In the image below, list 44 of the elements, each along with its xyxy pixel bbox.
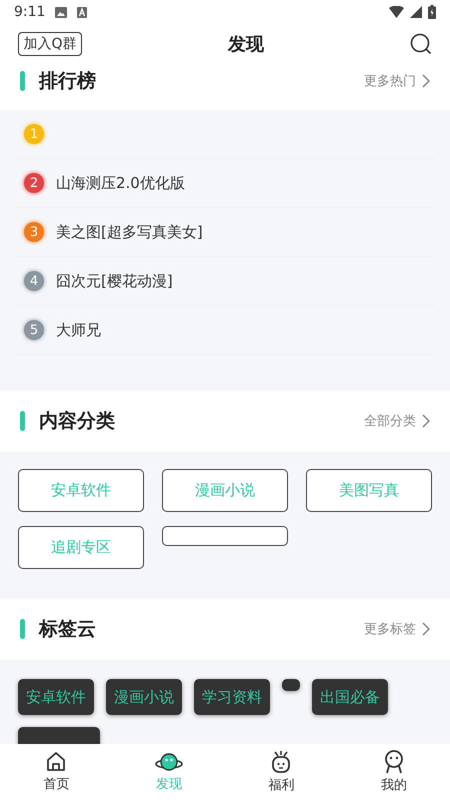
- tag-chip[interactable]: 安卓软件: [18, 679, 94, 715]
- rank-badge: 4: [24, 271, 44, 291]
- ranking-item[interactable]: 4 囧次元[樱花动漫]: [16, 257, 434, 306]
- more-link[interactable]: 更多标签: [364, 620, 430, 638]
- more-link[interactable]: 更多热门: [364, 72, 430, 90]
- planet-icon: [154, 751, 183, 773]
- tag-chip[interactable]: 漫画小说: [106, 679, 182, 715]
- tag-chip[interactable]: 学习资料: [194, 679, 270, 715]
- signal-icon: [410, 6, 422, 18]
- section-accent-bar: [20, 619, 25, 639]
- section-title: 排行榜: [39, 69, 96, 94]
- chevron-right-icon: [422, 622, 430, 636]
- search-icon[interactable]: [410, 33, 432, 55]
- chevron-right-icon: [422, 414, 430, 428]
- ranking-item[interactable]: 5 大师兄: [16, 306, 434, 355]
- ranking-item[interactable]: 2 山海测压2.0优化版: [16, 159, 434, 208]
- app-name: 美之图[超多写真美女]: [56, 222, 203, 242]
- rank-badge: 3: [24, 222, 44, 242]
- category-button[interactable]: [162, 526, 288, 546]
- app-name: 大师兄: [56, 320, 101, 340]
- chevron-right-icon: [422, 74, 430, 88]
- rank-badge: 2: [24, 173, 44, 193]
- image-icon: [55, 6, 68, 18]
- tag-chip[interactable]: 出国必备: [312, 679, 388, 715]
- wifi-icon: [389, 6, 404, 18]
- robot-icon: [270, 750, 292, 774]
- rank-badge: 1: [24, 124, 44, 144]
- section-title: 标签云: [39, 617, 96, 642]
- notification-icon: [77, 6, 88, 18]
- join-group-button[interactable]: 加入Q群: [18, 32, 82, 56]
- ranking-item[interactable]: 3 美之图[超多写真美女]: [16, 208, 434, 257]
- tag-chip[interactable]: [282, 679, 300, 691]
- rank-badge: 5: [24, 320, 44, 340]
- person-icon: [382, 750, 405, 774]
- more-link[interactable]: 全部分类: [364, 412, 430, 430]
- house-icon: [45, 751, 68, 773]
- battery-icon: [428, 5, 436, 19]
- section-title: 内容分类: [39, 409, 115, 434]
- app-name: 山海测压2.0优化版: [56, 174, 185, 192]
- section-accent-bar: [20, 411, 25, 431]
- page-title: 发现: [228, 33, 264, 56]
- app-name: 囧次元[樱花动漫]: [56, 272, 173, 290]
- status-time: 9:11: [14, 4, 46, 20]
- section-accent-bar: [20, 71, 25, 91]
